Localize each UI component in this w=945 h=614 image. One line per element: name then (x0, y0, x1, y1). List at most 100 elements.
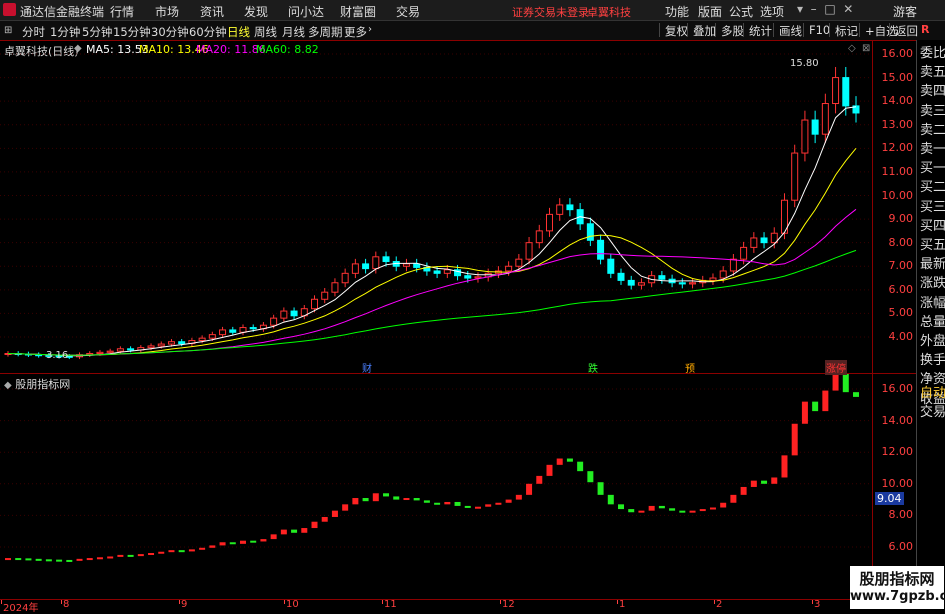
event-cai[interactable]: 财 (361, 360, 373, 375)
price-tick: 11.00 (881, 164, 914, 178)
menu-item-jiaoyi[interactable]: 交易 (396, 3, 420, 20)
indicator-bar (96, 557, 103, 560)
indicator-bar (25, 558, 32, 561)
minimize-icon[interactable]: ▾ (797, 2, 803, 16)
menu-item-zixun[interactable]: 资讯 (200, 3, 224, 20)
tool-tongji[interactable]: 统计 (743, 23, 772, 38)
sidebar-item[interactable]: 买三 (920, 198, 945, 217)
candle (607, 254, 615, 279)
indicator-bar (239, 540, 246, 544)
candle (229, 326, 237, 336)
tool-biaoji[interactable]: 标记 (829, 23, 858, 38)
tool-duogu[interactable]: 多股 (715, 23, 744, 38)
maximize-icon[interactable]: □ (824, 2, 835, 16)
date-tick-mark (382, 600, 383, 604)
menu-item-hangqing[interactable]: 行情 (110, 3, 134, 20)
tool-huaxian[interactable]: 画线 (773, 23, 802, 38)
menu-item-banmian[interactable]: 版面 (698, 3, 722, 20)
sidebar-item[interactable]: 最新 (920, 255, 945, 274)
price-tick: 16.00 (881, 47, 914, 60)
period-15min[interactable]: 15分钟 (113, 24, 151, 40)
sidebar-item[interactable]: 涨跌 (920, 274, 945, 293)
sidebar-item[interactable]: 卖三 (920, 102, 945, 121)
candle (791, 144, 799, 208)
indicator-bar (842, 374, 849, 393)
period-fenshi[interactable]: 分时 (22, 24, 45, 40)
tool-fuquan[interactable]: 复权 (659, 23, 688, 38)
candle (86, 351, 94, 357)
minimize-window-icon[interactable]: – (811, 2, 817, 16)
period-30min[interactable]: 30分钟 (151, 24, 189, 40)
candle (556, 198, 564, 221)
sidebar-item[interactable]: 委比 (920, 44, 945, 63)
ma-line-20 (7, 208, 857, 356)
pin-icon[interactable]: ⊞ (4, 25, 12, 36)
period-week[interactable]: 周线 (254, 24, 277, 40)
indicator-bar (750, 480, 757, 487)
indicator-bar (342, 504, 349, 511)
price-axis: 16.00 15.00 14.00 13.00 12.00 11.00 10.00 9.00 8… (872, 40, 917, 600)
candle (280, 307, 288, 322)
menu-item-wenxiaoda[interactable]: 问小达 (288, 3, 324, 20)
menu-item-caifuquan[interactable]: 财富圈 (340, 3, 376, 20)
watermark: 股朋指标网 www.7gpzb.com (850, 566, 945, 609)
tool-diejia[interactable]: 叠加 (687, 23, 716, 38)
sidebar-item[interactable]: 卖五 (920, 63, 945, 82)
indicator-bar (454, 501, 461, 506)
event-yu[interactable]: 预 (684, 360, 696, 375)
guest-label[interactable]: 游客 (893, 3, 917, 20)
menu-item-gongshi[interactable]: 公式 (729, 3, 753, 20)
candlestick-chart[interactable] (0, 40, 872, 373)
tool-back[interactable]: 返回 (889, 23, 918, 38)
event-zhangting[interactable]: 涨停 (825, 360, 847, 375)
sidebar-item[interactable]: 涨幅 (920, 294, 945, 313)
period-day[interactable]: 日线 (227, 24, 250, 40)
price-tick: 13.00 (881, 117, 914, 131)
indicator-bar (577, 461, 584, 472)
period-multi[interactable]: 多周期 (308, 24, 343, 40)
period-60min[interactable]: 60分钟 (189, 24, 227, 40)
sidebar-item[interactable]: 买四 (920, 217, 945, 236)
menu-item-gongneng[interactable]: 功能 (665, 3, 689, 20)
sidebar-item[interactable]: 卖二 (920, 121, 945, 140)
event-die[interactable]: 跌 (587, 360, 599, 375)
candle (402, 258, 410, 272)
candle (341, 268, 349, 288)
price-tick: 5.00 (888, 306, 914, 320)
menu-item-shichang[interactable]: 市场 (155, 3, 179, 20)
sidebar-item[interactable]: 换手 (920, 351, 945, 370)
close-icon[interactable]: ✕ (843, 2, 853, 16)
indicator-bar (15, 558, 22, 561)
indicator-bar (720, 502, 727, 508)
current-stock-name: 卓翼科技 (587, 6, 631, 19)
indicator-bar (403, 498, 410, 501)
sidebar-trade-item[interactable]: 自动 (920, 384, 945, 403)
sidebar-item[interactable]: 买二 (920, 178, 945, 197)
sidebar-trade-item[interactable]: 交易 (920, 403, 945, 422)
sidebar-item[interactable]: 卖四 (920, 82, 945, 101)
price-tick: 4.00 (888, 330, 914, 343)
date-axis: 2024年 8 9 10 11 12 1 2 3 (0, 599, 872, 614)
sidebar-item[interactable]: 总量 (920, 313, 945, 332)
current-value-tag: 9.04 (875, 491, 904, 505)
indicator-bar (117, 554, 124, 557)
period-month[interactable]: 月线 (282, 24, 305, 40)
period-5min[interactable]: 5分钟 (82, 24, 112, 40)
sidebar-item[interactable]: 买五 (920, 236, 945, 255)
candle (801, 110, 809, 162)
tool-f10[interactable]: F10 (803, 23, 830, 37)
sidebar-item[interactable]: 外盘 (920, 332, 945, 351)
menu-item-xuanxiang[interactable]: 选项 (760, 3, 784, 20)
indicator-chart[interactable] (0, 374, 872, 599)
candle (658, 271, 666, 284)
candle (474, 272, 482, 283)
sidebar-item[interactable]: 卖一 (920, 140, 945, 159)
period-more[interactable]: 更多 (344, 24, 367, 40)
menu-item-faxian[interactable]: 发现 (244, 3, 268, 20)
period-1min[interactable]: 1分钟 (50, 24, 80, 40)
r-indicator-icon[interactable]: R (921, 23, 929, 36)
login-warning[interactable]: 证券交易未登录 (512, 4, 589, 20)
date-tick-mark (500, 600, 501, 604)
more-chevron-icon[interactable]: › (368, 24, 372, 35)
sidebar-item[interactable]: 买一 (920, 159, 945, 178)
